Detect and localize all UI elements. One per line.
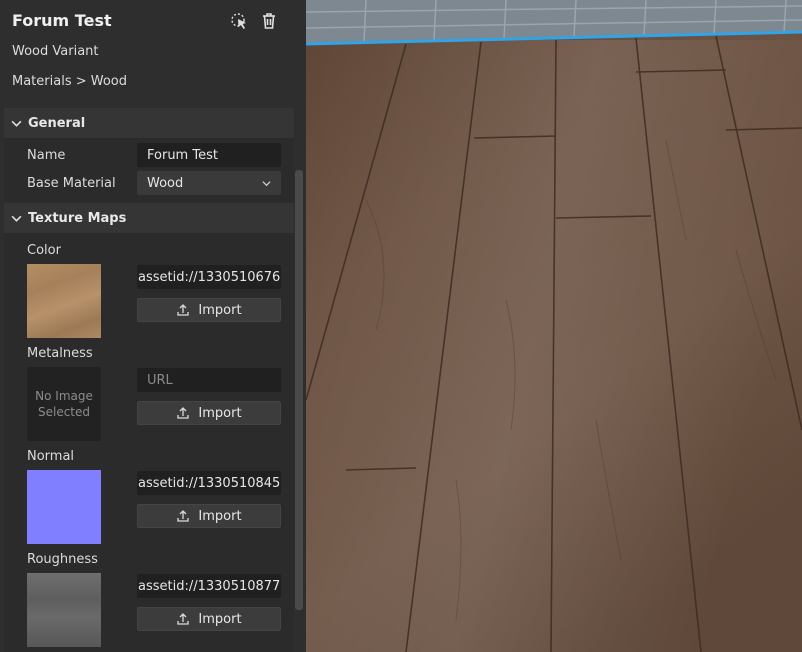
metalness-map-thumbnail[interactable]: No Image Selected: [27, 367, 101, 441]
metalness-map-import-button[interactable]: Import: [137, 401, 281, 425]
section-general-label: General: [28, 115, 86, 131]
chevron-down-icon: [262, 181, 271, 187]
material-properties-panel: Forum Test Wood Variant Materials > Wood…: [0, 0, 306, 652]
import-label: Import: [198, 405, 242, 421]
base-material-label: Base Material: [27, 176, 116, 191]
normal-map-asset-input[interactable]: assetid://13305108456: [137, 471, 281, 495]
normal-map-thumbnail[interactable]: [27, 470, 101, 544]
cursor-select-icon: [231, 13, 246, 29]
import-label: Import: [198, 611, 242, 627]
roughness-map-label: Roughness: [27, 552, 98, 567]
upload-icon: [177, 510, 190, 522]
breadcrumb[interactable]: Materials > Wood: [12, 74, 127, 89]
trash-icon: [263, 13, 275, 29]
section-texture-maps-header[interactable]: Texture Maps: [4, 203, 294, 233]
normal-map-import-button[interactable]: Import: [137, 504, 281, 528]
roughness-map-asset-input[interactable]: assetid://13305108777: [137, 574, 281, 598]
import-label: Import: [198, 302, 242, 318]
upload-icon: [177, 613, 190, 625]
color-map-label: Color: [27, 243, 61, 258]
name-input[interactable]: Forum Test: [137, 143, 281, 167]
roughness-map-thumbnail[interactable]: [27, 573, 101, 647]
section-texture-maps-label: Texture Maps: [28, 210, 127, 226]
panel-scrollbar[interactable]: [295, 170, 303, 610]
normal-map-label: Normal: [27, 449, 75, 464]
color-map-asset-input[interactable]: assetid://13305106767: [137, 265, 281, 289]
delete-button[interactable]: [258, 10, 280, 32]
base-material-value: Wood: [147, 175, 184, 191]
chevron-down-icon: [4, 213, 28, 224]
metalness-map-label: Metalness: [27, 346, 93, 361]
base-material-dropdown[interactable]: Wood: [137, 171, 281, 195]
material-title: Forum Test: [12, 11, 112, 30]
import-label: Import: [198, 508, 242, 524]
no-image-text: No Image Selected: [35, 389, 93, 419]
upload-icon: [177, 304, 190, 316]
color-map-thumbnail[interactable]: [27, 264, 101, 338]
color-map-import-button[interactable]: Import: [137, 298, 281, 322]
metalness-map-url-input[interactable]: URL: [137, 368, 281, 392]
upload-icon: [177, 407, 190, 419]
name-label: Name: [27, 148, 66, 163]
variant-label: Wood Variant: [12, 44, 99, 59]
panel-header: Forum Test: [0, 0, 294, 42]
wood-floor-render: [306, 0, 802, 652]
chevron-down-icon: [4, 118, 28, 129]
3d-viewport[interactable]: [306, 0, 802, 652]
roughness-map-import-button[interactable]: Import: [137, 607, 281, 631]
select-in-viewport-button[interactable]: [228, 10, 250, 32]
section-general-header[interactable]: General: [4, 108, 294, 138]
